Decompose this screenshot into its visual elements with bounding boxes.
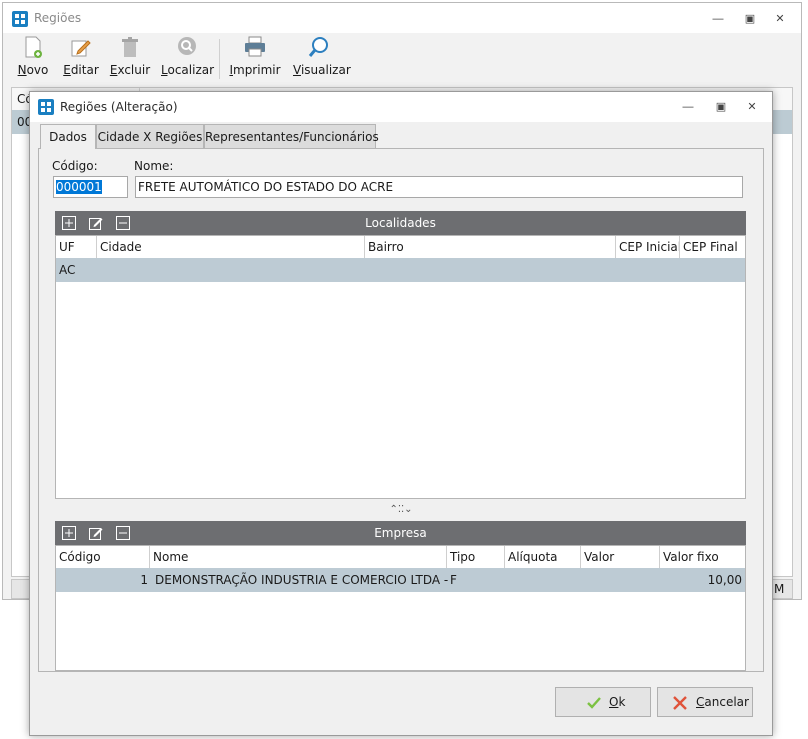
- checkmark-icon: [587, 697, 601, 709]
- dialog-title: Regiões (Alteração): [60, 100, 178, 114]
- empresa-grid-header: Código Nome Tipo Alíquota Valor Valor fi…: [56, 546, 745, 569]
- codigo-field[interactable]: 000001: [53, 176, 128, 198]
- preview-button[interactable]: Visualizar: [293, 35, 351, 81]
- cell-nome: DEMONSTRAÇÃO INDUSTRIA E COMERCIO LTDA -: [155, 573, 449, 587]
- column-tipo[interactable]: Tipo: [447, 546, 505, 568]
- empresa-title: Empresa: [374, 526, 427, 540]
- minimize-icon[interactable]: ―: [678, 97, 698, 117]
- cell-uf: AC: [59, 263, 76, 277]
- ok-button[interactable]: Ok: [555, 687, 651, 717]
- cancel-button[interactable]: Cancelar: [657, 687, 753, 717]
- column-valor-fixo[interactable]: Valor fixo: [660, 546, 745, 568]
- cell-tipo: F: [450, 573, 457, 587]
- new-document-icon: [25, 36, 42, 58]
- maximize-icon[interactable]: ▣: [740, 9, 760, 29]
- column-cep-inicial[interactable]: CEP Inicial: [616, 236, 680, 258]
- codigo-label: Código:: [52, 159, 98, 173]
- column-uf[interactable]: UF: [56, 236, 97, 258]
- cell-valor: [581, 568, 660, 592]
- app-icon: [12, 11, 28, 27]
- trash-icon: [122, 37, 138, 57]
- cancel-x-icon: [673, 696, 687, 710]
- print-button[interactable]: Imprimir: [229, 35, 281, 81]
- preview-icon: [308, 37, 328, 57]
- column-bairro[interactable]: Bairro: [365, 236, 616, 258]
- empresa-bar: Empresa: [55, 521, 746, 545]
- search-icon: [178, 37, 196, 55]
- window-title: Regiões: [34, 11, 82, 25]
- printer-icon: [245, 36, 265, 57]
- toolbar-separator: [219, 39, 220, 79]
- table-row[interactable]: 1 DEMONSTRAÇÃO INDUSTRIA E COMERCIO LTDA…: [56, 568, 745, 592]
- close-icon[interactable]: ✕: [742, 97, 762, 117]
- tab-representantes[interactable]: Representantes/Funcionários: [204, 124, 379, 148]
- column-aliquota[interactable]: Alíquota: [505, 546, 581, 568]
- column-cep-final[interactable]: CEP Final: [680, 236, 745, 258]
- toolbar: Novo Editar Excluir Localizar Imprimir V…: [11, 35, 791, 81]
- column-valor[interactable]: Valor: [581, 546, 660, 568]
- splitter-handle[interactable]: ⌃⁚⁚⌄: [379, 504, 423, 515]
- search-button[interactable]: Localizar: [161, 35, 214, 81]
- nome-field[interactable]: FRETE AUTOMÁTICO DO ESTADO DO ACRE: [135, 176, 743, 198]
- table-row[interactable]: AC: [56, 258, 745, 282]
- localidades-grid-header: UF Cidade Bairro CEP Inicial CEP Final: [56, 236, 745, 259]
- background-titlebar: Regiões ― ▣ ✕: [3, 3, 801, 33]
- cell-aliquota: [505, 568, 581, 592]
- column-cidade[interactable]: Cidade: [97, 236, 365, 258]
- tab-dados[interactable]: Dados: [40, 124, 96, 149]
- column-nome[interactable]: Nome: [150, 546, 447, 568]
- column-codigo[interactable]: Código: [56, 546, 150, 568]
- app-icon: [38, 99, 54, 115]
- tab-cidade-x-regioes[interactable]: Cidade X Regiões: [96, 124, 204, 148]
- maximize-icon[interactable]: ▣: [711, 97, 731, 117]
- localidades-grid: UF Cidade Bairro CEP Inicial CEP Final A…: [55, 235, 746, 499]
- localidades-bar: Localidades: [55, 211, 746, 235]
- dialog-titlebar: Regiões (Alteração) ― ▣ ✕: [30, 92, 772, 122]
- delete-button[interactable]: Excluir: [109, 35, 151, 81]
- cell-codigo: 1: [140, 573, 148, 587]
- edit-pencil-icon: [71, 40, 91, 57]
- cell-valor-fixo: 10,00: [707, 573, 742, 587]
- edit-dialog: Regiões (Alteração) ― ▣ ✕ Dados Cidade X…: [29, 91, 773, 736]
- edit-button[interactable]: Editar: [61, 35, 101, 81]
- tab-panel-dados: Código: 000001 Nome: FRETE AUTOMÁTICO DO…: [38, 148, 764, 672]
- new-button[interactable]: Novo: [15, 35, 51, 81]
- localidades-title: Localidades: [365, 216, 436, 230]
- empresa-grid: Código Nome Tipo Alíquota Valor Valor fi…: [55, 545, 746, 671]
- minimize-icon[interactable]: ―: [708, 9, 728, 29]
- nome-label: Nome:: [134, 159, 174, 173]
- close-icon[interactable]: ✕: [770, 9, 790, 29]
